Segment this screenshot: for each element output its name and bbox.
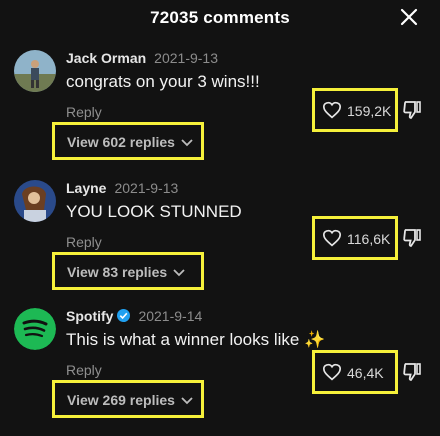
heart-icon <box>322 229 342 247</box>
comment-date: 2021-9-14 <box>138 308 203 324</box>
reply-button[interactable]: Reply <box>66 362 102 378</box>
avatar[interactable] <box>14 180 56 222</box>
comment-text: congrats on your 3 wins!!! <box>66 72 260 91</box>
comment-meta: Layne 2021-9-13 <box>66 180 178 196</box>
like-count: 116,6K <box>347 231 391 247</box>
reply-button[interactable]: Reply <box>66 234 102 250</box>
view-replies-button[interactable]: View 269 replies <box>52 380 204 418</box>
chevron-down-icon <box>173 269 185 277</box>
close-icon[interactable] <box>400 8 418 26</box>
username[interactable]: Spotify <box>66 308 113 324</box>
dislike-icon[interactable] <box>402 362 422 382</box>
like-button[interactable]: 116,6K <box>312 216 398 260</box>
comment-item: Layne 2021-9-13 YOU LOOK STUNNED Reply Vi… <box>0 180 440 308</box>
comments-header: 72035 comments <box>0 0 440 34</box>
view-replies-button[interactable]: View 602 replies <box>52 122 204 160</box>
view-replies-button[interactable]: View 83 replies <box>52 252 204 290</box>
comment-meta: Jack Orman 2021-9-13 <box>66 50 218 66</box>
heart-icon <box>322 101 342 119</box>
like-button[interactable]: 159,2K <box>312 88 398 132</box>
avatar[interactable] <box>14 308 56 350</box>
avatar[interactable] <box>14 50 56 92</box>
heart-icon <box>322 363 342 381</box>
view-replies-label: View 269 replies <box>67 392 193 408</box>
username[interactable]: Jack Orman <box>66 50 146 66</box>
like-button[interactable]: 46,4K <box>312 350 398 394</box>
verified-icon <box>117 309 131 322</box>
comment-item: Spotify 2021-9-14 This is what a winner l… <box>0 308 440 436</box>
dislike-icon[interactable] <box>402 100 422 120</box>
comment-text: This is what a winner looks like ✨ <box>66 330 326 349</box>
dislike-icon[interactable] <box>402 228 422 248</box>
chevron-down-icon <box>181 397 193 405</box>
comment-item: Jack Orman 2021-9-13 congrats on your 3 w… <box>0 50 440 178</box>
reply-button[interactable]: Reply <box>66 104 102 120</box>
view-replies-label: View 83 replies <box>67 264 185 280</box>
comment-meta: Spotify 2021-9-14 <box>66 308 202 324</box>
username[interactable]: Layne <box>66 180 106 196</box>
like-count: 159,2K <box>347 103 392 119</box>
comments-count-title: 72035 comments <box>150 8 290 27</box>
comment-date: 2021-9-13 <box>114 180 179 196</box>
comment-date: 2021-9-13 <box>154 50 218 66</box>
like-count: 46,4K <box>347 365 384 381</box>
chevron-down-icon <box>181 139 193 147</box>
view-replies-label: View 602 replies <box>67 134 193 150</box>
comment-text: YOU LOOK STUNNED <box>66 202 242 221</box>
